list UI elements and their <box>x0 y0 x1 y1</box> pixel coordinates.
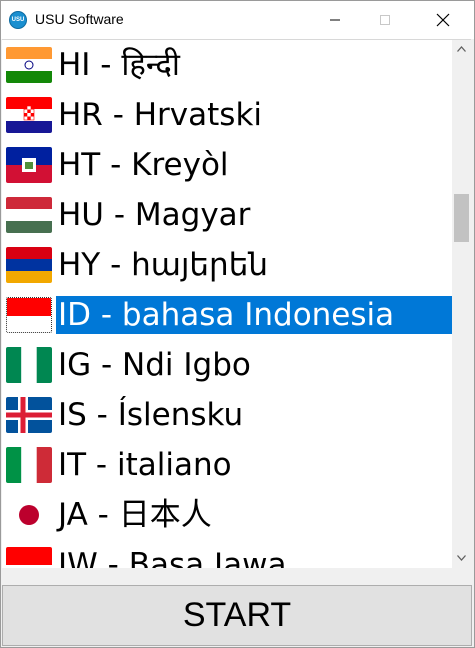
language-item[interactable]: HI - हिन्दी <box>2 40 452 90</box>
language-list[interactable]: HI - हिन्दी HR - Hrvatski HT - Kreyòl HU - … <box>2 39 471 568</box>
maximize-icon <box>380 15 390 25</box>
chevron-up-icon <box>457 45 466 52</box>
language-item[interactable]: HT - Kreyòl <box>2 140 452 190</box>
language-label: ID - bahasa Indonesia <box>56 296 452 334</box>
chevron-down-icon <box>457 554 466 561</box>
india-flag-icon <box>6 47 52 83</box>
japan-flag-icon <box>6 497 52 533</box>
croatia-flag-icon <box>6 97 52 133</box>
language-item[interactable]: HU - Magyar <box>2 190 452 240</box>
minimize-button[interactable] <box>312 1 358 39</box>
language-item[interactable]: IS - Íslensku <box>2 390 452 440</box>
language-label: IS - Íslensku <box>58 397 244 433</box>
start-button[interactable]: START <box>2 585 472 646</box>
language-label: HU - Magyar <box>58 197 251 233</box>
language-item[interactable]: ID - bahasa Indonesia <box>2 290 452 340</box>
app-window: USU USU Software HI - हिन्दी HR - Hrvatsk… <box>0 0 475 648</box>
hungary-flag-icon <box>6 197 52 233</box>
language-item[interactable]: IG - Ndi Igbo <box>2 340 452 390</box>
close-icon <box>436 13 450 27</box>
scroll-up-button[interactable] <box>452 40 471 57</box>
language-item[interactable]: IT - italiano <box>2 440 452 490</box>
maximize-button[interactable] <box>362 1 408 39</box>
language-item[interactable]: HR - Hrvatski <box>2 90 452 140</box>
language-item[interactable]: JA - 日本人 <box>2 490 452 540</box>
language-label: IT - italiano <box>58 447 232 483</box>
app-logo-icon: USU <box>9 11 27 29</box>
minimize-icon <box>330 19 340 21</box>
window-title: USU Software <box>35 11 124 27</box>
haiti-flag-icon <box>6 147 52 183</box>
language-item[interactable]: HY - հայերեն <box>2 240 452 290</box>
language-label: HT - Kreyòl <box>58 147 229 183</box>
vertical-scrollbar[interactable] <box>452 40 471 568</box>
indonesia-flag-icon <box>6 547 52 568</box>
iceland-flag-icon <box>6 397 52 433</box>
language-label: IG - Ndi Igbo <box>58 347 251 383</box>
indonesia-flag-icon <box>6 297 52 333</box>
language-label: HR - Hrvatski <box>58 97 263 133</box>
language-item[interactable]: JW - Basa Jawa <box>2 540 452 568</box>
nigeria-flag-icon <box>6 347 52 383</box>
italy-flag-icon <box>6 447 52 483</box>
language-label: HY - հայերեն <box>58 247 268 283</box>
language-label: HI - हिन्दी <box>58 47 180 83</box>
scroll-down-button[interactable] <box>452 549 471 566</box>
title-bar[interactable]: USU USU Software <box>1 1 474 39</box>
language-label: JW - Basa Jawa <box>58 547 287 568</box>
language-label: JA - 日本人 <box>58 497 212 533</box>
armenia-flag-icon <box>6 247 52 283</box>
scrollbar-thumb[interactable] <box>454 194 469 242</box>
close-button[interactable] <box>420 1 466 39</box>
